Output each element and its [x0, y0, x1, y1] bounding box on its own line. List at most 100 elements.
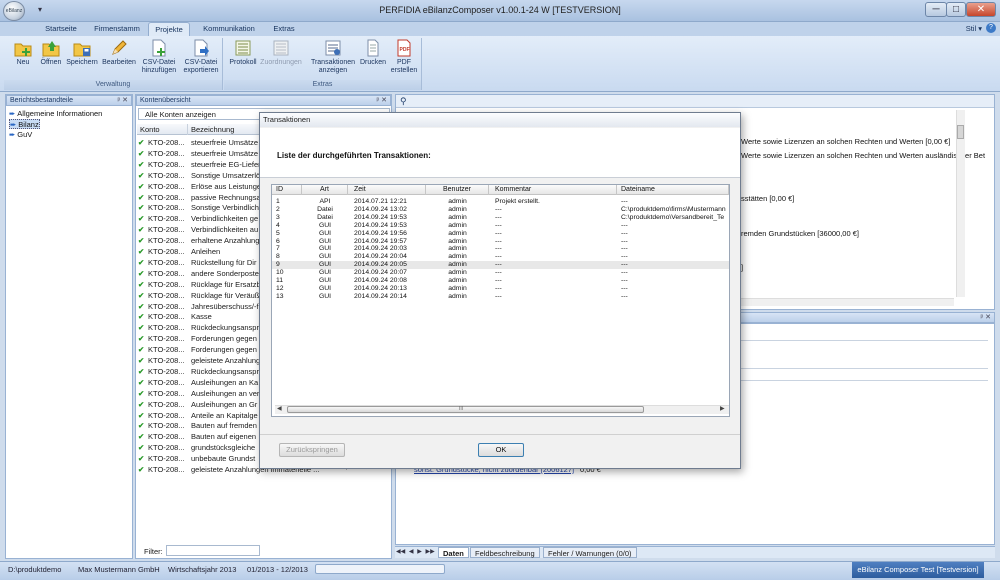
account-number: KTO-208... — [148, 366, 185, 376]
tx-benutzer: admin — [448, 229, 467, 237]
next-tab-icon[interactable]: ▶ — [417, 549, 422, 555]
pane-pin-close-icons[interactable]: ᵖ ✕ — [118, 96, 128, 106]
transaction-row[interactable]: 4 GUI 2014.09.24 19:53 admin --- --- — [272, 222, 729, 230]
scroll-left-icon[interactable]: ◀ — [277, 405, 282, 412]
tx-kommentar: --- — [495, 245, 502, 253]
transaction-row[interactable]: 3 Datei 2014.09.24 19:53 admin --- C:\produkt… — [272, 214, 729, 222]
balance-line: Werte sowie Lizenzen an solchen Rechten … — [741, 137, 951, 146]
print-button[interactable]: Drucken — [358, 39, 388, 79]
transaction-row[interactable]: 12 GUI 2014.09.24 20:13 admin --- --- — [272, 285, 729, 293]
edit-button[interactable]: Bearbeiten — [100, 39, 138, 79]
tx-dateiname: C:\produktdemo\firms\Mustermann — [621, 205, 726, 213]
tree-item-guv[interactable]: ➨ GuV — [9, 130, 32, 140]
ok-button[interactable]: OK — [478, 443, 524, 457]
csv-add-button[interactable]: CSV-Datei hinzufügen — [138, 39, 180, 79]
tab-nav-arrows[interactable]: ◀◀ ◀ ▶ ▶▶ — [396, 548, 435, 555]
tx-dateiname: --- — [621, 284, 628, 292]
col-kommentar[interactable]: Kommentar — [489, 185, 617, 195]
tab-firmenstamm[interactable]: Firmenstamm — [88, 22, 146, 36]
right-hscroll[interactable] — [741, 298, 954, 306]
save-button[interactable]: Speichern — [64, 39, 100, 79]
transactions-hscroll-thumb[interactable] — [287, 406, 644, 413]
scroll-right-icon[interactable]: ▶ — [720, 405, 725, 412]
minimize-button[interactable]: ─ — [925, 2, 947, 17]
tab-fehler-warnungen[interactable]: Fehler / Warnungen (0/0) — [543, 547, 637, 558]
filter-input[interactable] — [166, 545, 260, 556]
accounts-overview-title: Kontenübersicht — [140, 97, 191, 104]
tree-item-bilanz[interactable]: ➨ Bilanz — [9, 119, 40, 129]
assignments-button[interactable]: Zuordnungen — [259, 39, 303, 79]
check-icon: ✔ — [138, 247, 145, 256]
transaction-row[interactable]: 11 GUI 2014.09.24 20:08 admin --- --- — [272, 277, 729, 285]
status-period: 01/2013 - 12/2013 — [247, 565, 308, 574]
transactions-label-2: anzeigen — [318, 67, 348, 74]
transaction-row[interactable]: 6 GUI 2014.09.24 19:57 admin --- --- — [272, 238, 729, 246]
check-icon: ✔ — [138, 465, 145, 474]
account-description: steuerfreie EG-Liefer — [191, 159, 261, 169]
transaction-row[interactable]: 9 GUI 2014.09.24 20:05 admin --- --- — [272, 261, 729, 270]
account-number: KTO-208... — [148, 203, 185, 213]
account-number: KTO-208... — [148, 138, 185, 147]
pane-pin-close-icons[interactable]: ᵖ ✕ — [981, 313, 991, 323]
csv-add-label-2: hinzufügen — [141, 67, 177, 74]
column-konto[interactable]: Konto — [137, 124, 188, 135]
pdf-create-button[interactable]: PDF PDF erstellen — [388, 39, 420, 79]
check-icon: ✔ — [138, 312, 145, 322]
col-zeit[interactable]: Zeit — [348, 185, 426, 195]
last-tab-icon[interactable]: ▶▶ — [426, 549, 435, 555]
search-icon[interactable]: ⚲ — [400, 96, 407, 107]
open-button[interactable]: Öffnen — [37, 39, 65, 79]
csv-export-button[interactable]: CSV-Datei exportieren — [180, 39, 222, 79]
tx-benutzer: admin — [448, 205, 467, 213]
divider — [741, 380, 988, 381]
close-button[interactable]: ✕ — [966, 2, 996, 17]
tab-daten[interactable]: Daten — [438, 547, 469, 558]
pdf-label-2: erstellen — [390, 67, 418, 74]
account-number: KTO-208... — [148, 443, 185, 453]
transaction-row[interactable]: 5 GUI 2014.09.24 19:56 admin --- --- — [272, 230, 729, 238]
col-dateiname[interactable]: Dateiname — [617, 185, 729, 195]
open-folder-icon — [42, 41, 60, 57]
tx-id: 9 — [276, 261, 280, 269]
right-vscroll-thumb[interactable] — [957, 125, 964, 139]
tree-item-allgemeine-informationen[interactable]: ➨ Allgemeine Informationen — [9, 109, 102, 119]
account-number: KTO-208... — [148, 268, 185, 278]
style-menu[interactable]: Stil ▾ — [966, 24, 982, 33]
tab-startseite[interactable]: Startseite — [36, 22, 86, 36]
col-id[interactable]: ID — [272, 185, 302, 195]
transaction-row[interactable]: 7 GUI 2014.09.24 20:03 admin --- --- — [272, 245, 729, 253]
tab-extras[interactable]: Extras — [266, 22, 302, 36]
tree-item-label: Allgemeine Informationen — [17, 109, 103, 118]
tx-dateiname: --- — [621, 237, 628, 245]
tab-kommunikation[interactable]: Kommunikation — [196, 22, 262, 36]
maximize-button[interactable]: □ — [946, 2, 966, 17]
new-button[interactable]: Neu — [8, 39, 38, 79]
tab-projekte[interactable]: Projekte — [148, 22, 190, 36]
csv-add-icon — [152, 39, 166, 57]
tab-feldbeschreibung[interactable]: Feldbeschreibung — [470, 547, 540, 558]
tx-art: Datei — [317, 213, 333, 221]
tx-dateiname: --- — [621, 277, 628, 284]
first-tab-icon[interactable]: ◀◀ — [396, 549, 405, 555]
transaction-row[interactable]: 8 GUI 2014.09.24 20:04 admin --- --- — [272, 253, 729, 261]
tx-art: GUI — [318, 221, 332, 229]
csv-export-icon — [194, 39, 209, 57]
help-icon[interactable]: ? — [986, 23, 996, 33]
balance-line: Werte sowie Lizenzen an solchen Rechten … — [741, 151, 986, 160]
pane-pin-close-icons[interactable]: ᵖ ✕ — [377, 96, 387, 106]
check-icon: ✔ — [138, 225, 145, 235]
account-number: KTO-208... — [148, 170, 185, 180]
transaction-row[interactable]: 2 Datei 2014.09.24 13:02 admin --- C:\produkt… — [272, 206, 729, 214]
transaction-row[interactable]: 1 API 2014.07.21 12:21 admin Projekt erstell… — [272, 198, 729, 206]
protocol-button[interactable]: Protokoll — [227, 39, 259, 79]
show-transactions-button[interactable]: Transaktionen anzeigen — [307, 39, 359, 79]
prev-tab-icon[interactable]: ◀ — [409, 549, 414, 555]
col-benutzer[interactable]: Benutzer — [426, 185, 489, 195]
jump-back-button[interactable]: Zurückspringen — [279, 443, 345, 457]
check-icon: ✔ — [138, 334, 145, 344]
transaction-row[interactable]: 13 GUI 2014.09.24 20:14 admin --- --- — [272, 293, 729, 301]
pdf-label-1: PDF — [397, 59, 411, 66]
transaction-row[interactable]: 10 GUI 2014.09.24 20:07 admin --- --- — [272, 269, 729, 277]
col-art[interactable]: Art — [302, 185, 348, 195]
tx-kommentar: --- — [495, 237, 502, 245]
